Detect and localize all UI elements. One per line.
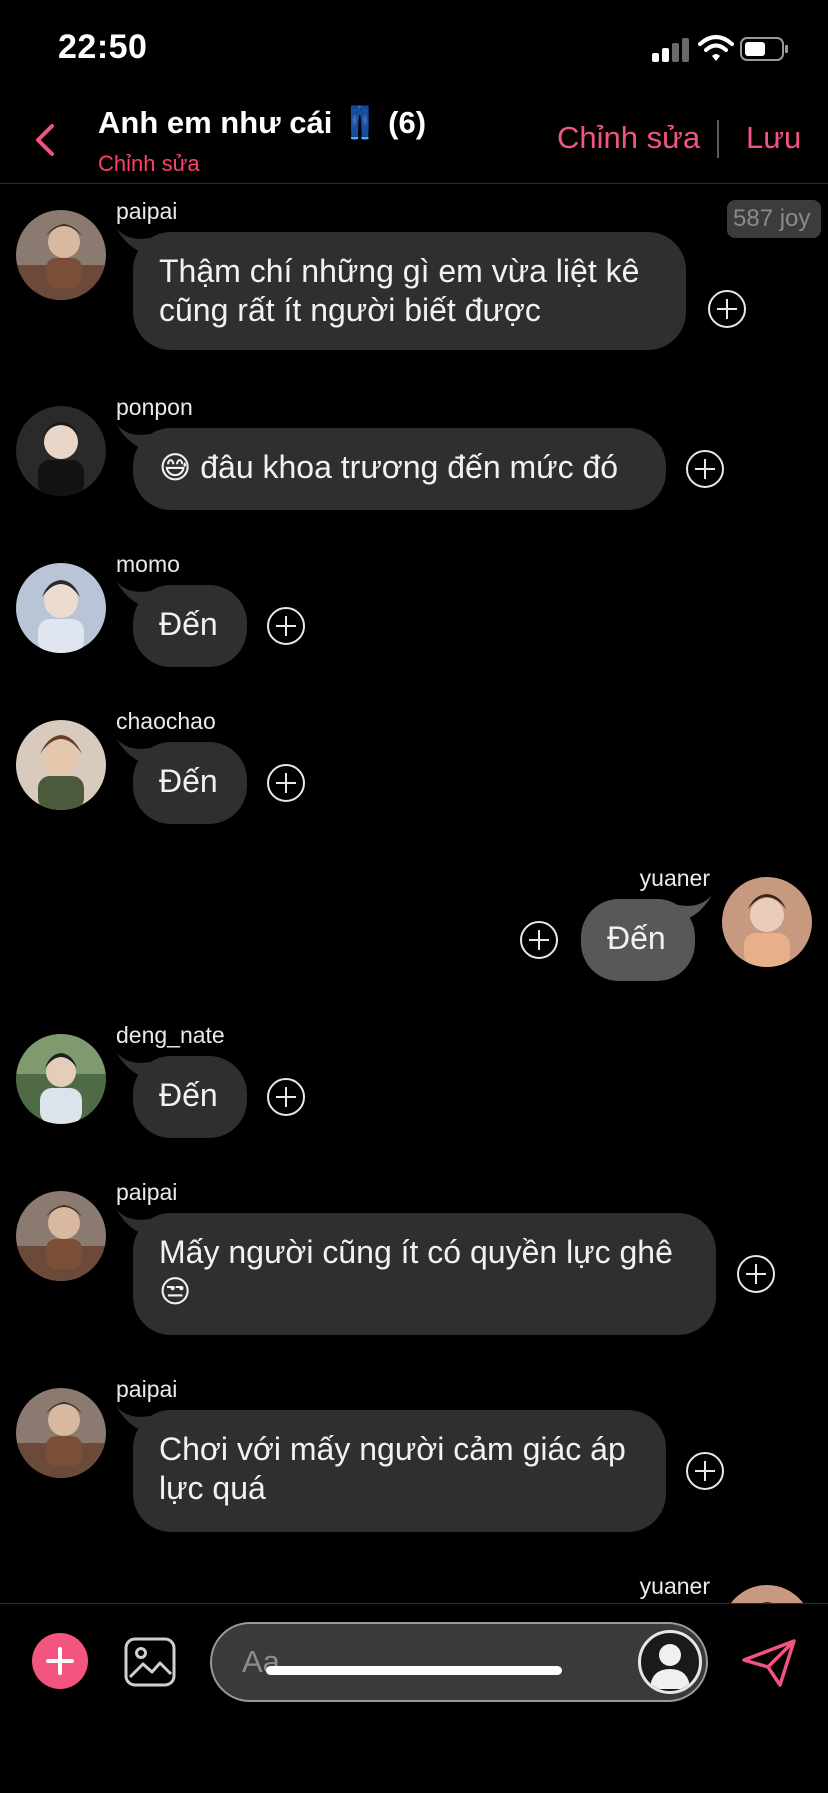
message-bubble[interactable]: Đến bbox=[133, 742, 247, 824]
sender-name: momo bbox=[116, 551, 180, 577]
status-time: 22:50 bbox=[58, 28, 148, 66]
avatar[interactable] bbox=[16, 406, 106, 496]
sender-name: deng_nate bbox=[116, 1022, 225, 1048]
message-row: paipai Thậm chí những gì em vừa liệt kê … bbox=[0, 198, 828, 368]
sender-name: paipai bbox=[116, 1179, 178, 1205]
message-row: yuaner bbox=[0, 1573, 828, 1603]
react-plus-icon[interactable] bbox=[737, 1255, 775, 1293]
avatar[interactable] bbox=[16, 1034, 106, 1124]
edit-button[interactable]: Chỉnh sửa bbox=[557, 120, 700, 156]
message-row: deng_nate Đến bbox=[0, 1022, 828, 1142]
avatar[interactable] bbox=[16, 563, 106, 653]
avatar[interactable] bbox=[722, 877, 812, 967]
sender-name: paipai bbox=[116, 1376, 178, 1402]
avatar[interactable] bbox=[16, 1191, 106, 1281]
send-paper-plane-icon[interactable] bbox=[740, 1638, 798, 1688]
react-plus-icon[interactable] bbox=[686, 1452, 724, 1490]
sender-name: yuaner bbox=[639, 1573, 710, 1599]
message-text: đâu khoa trương đến mức đó bbox=[200, 449, 619, 485]
header-divider bbox=[717, 120, 719, 158]
cellular-signal-icon bbox=[652, 38, 692, 62]
battery-icon bbox=[740, 37, 788, 61]
composer-bar bbox=[0, 1603, 828, 1793]
message-row: paipai Mấy người cũng ít có quyền lực gh… bbox=[0, 1179, 828, 1349]
react-plus-icon[interactable] bbox=[267, 764, 305, 802]
message-input[interactable] bbox=[210, 1622, 708, 1702]
message-bubble[interactable]: Đến bbox=[133, 585, 247, 667]
avatar[interactable] bbox=[16, 720, 106, 810]
user-silhouette-icon[interactable] bbox=[638, 1630, 702, 1694]
message-row: ponpon 😅 đâu khoa trương đến mức đó bbox=[0, 394, 828, 514]
avatar[interactable] bbox=[722, 1585, 812, 1603]
sender-name: ponpon bbox=[116, 394, 193, 420]
message-row: paipai Chơi với mấy người cảm giác áp lự… bbox=[0, 1376, 828, 1546]
save-button[interactable]: Lưu bbox=[746, 120, 801, 156]
unamused-emoji: 😒 bbox=[159, 1274, 192, 1309]
message-bubble[interactable]: Thậm chí những gì em vừa liệt kê cũng rấ… bbox=[133, 232, 686, 350]
status-bar: 22:50 bbox=[0, 0, 828, 100]
message-row: chaochao Đến bbox=[0, 708, 828, 828]
message-bubble[interactable]: Đến bbox=[133, 1056, 247, 1138]
avatar[interactable] bbox=[16, 210, 106, 300]
message-bubble[interactable]: Mấy người cũng ít có quyền lực ghê 😒 bbox=[133, 1213, 716, 1335]
message-text: Mấy người cũng ít có quyền lực ghê bbox=[159, 1234, 673, 1270]
sender-name: paipai bbox=[116, 198, 178, 224]
message-bubble[interactable]: Đến bbox=[581, 899, 695, 981]
message-feed[interactable]: 587 joy paipai Thậm chí những gì em vừa … bbox=[0, 184, 828, 1603]
sender-name: yuaner bbox=[639, 865, 710, 891]
react-plus-icon[interactable] bbox=[708, 290, 746, 328]
react-plus-icon[interactable] bbox=[267, 1078, 305, 1116]
home-indicator bbox=[266, 1666, 562, 1675]
avatar[interactable] bbox=[16, 1388, 106, 1478]
add-plus-icon[interactable] bbox=[32, 1633, 88, 1689]
chat-title: Anh em như cái 👖 (6) bbox=[98, 105, 427, 140]
react-plus-icon[interactable] bbox=[267, 607, 305, 645]
image-icon[interactable] bbox=[124, 1637, 176, 1687]
chat-header: Anh em như cái 👖 (6) Chỉnh sửa Chỉnh sửa… bbox=[0, 100, 828, 184]
sender-name: chaochao bbox=[116, 708, 216, 734]
react-plus-icon[interactable] bbox=[520, 921, 558, 959]
react-plus-icon[interactable] bbox=[686, 450, 724, 488]
message-row: momo Đến bbox=[0, 551, 828, 671]
message-bubble[interactable]: 😅 đâu khoa trương đến mức đó bbox=[133, 428, 666, 510]
chat-subtitle[interactable]: Chỉnh sửa bbox=[98, 151, 200, 177]
wifi-icon bbox=[698, 35, 734, 61]
message-row: yuaner Đến bbox=[0, 865, 828, 985]
back-chevron-icon[interactable] bbox=[26, 118, 66, 162]
message-bubble[interactable]: Chơi với mấy người cảm giác áp lực quá bbox=[133, 1410, 666, 1532]
sweat-smile-emoji: 😅 bbox=[159, 450, 192, 485]
